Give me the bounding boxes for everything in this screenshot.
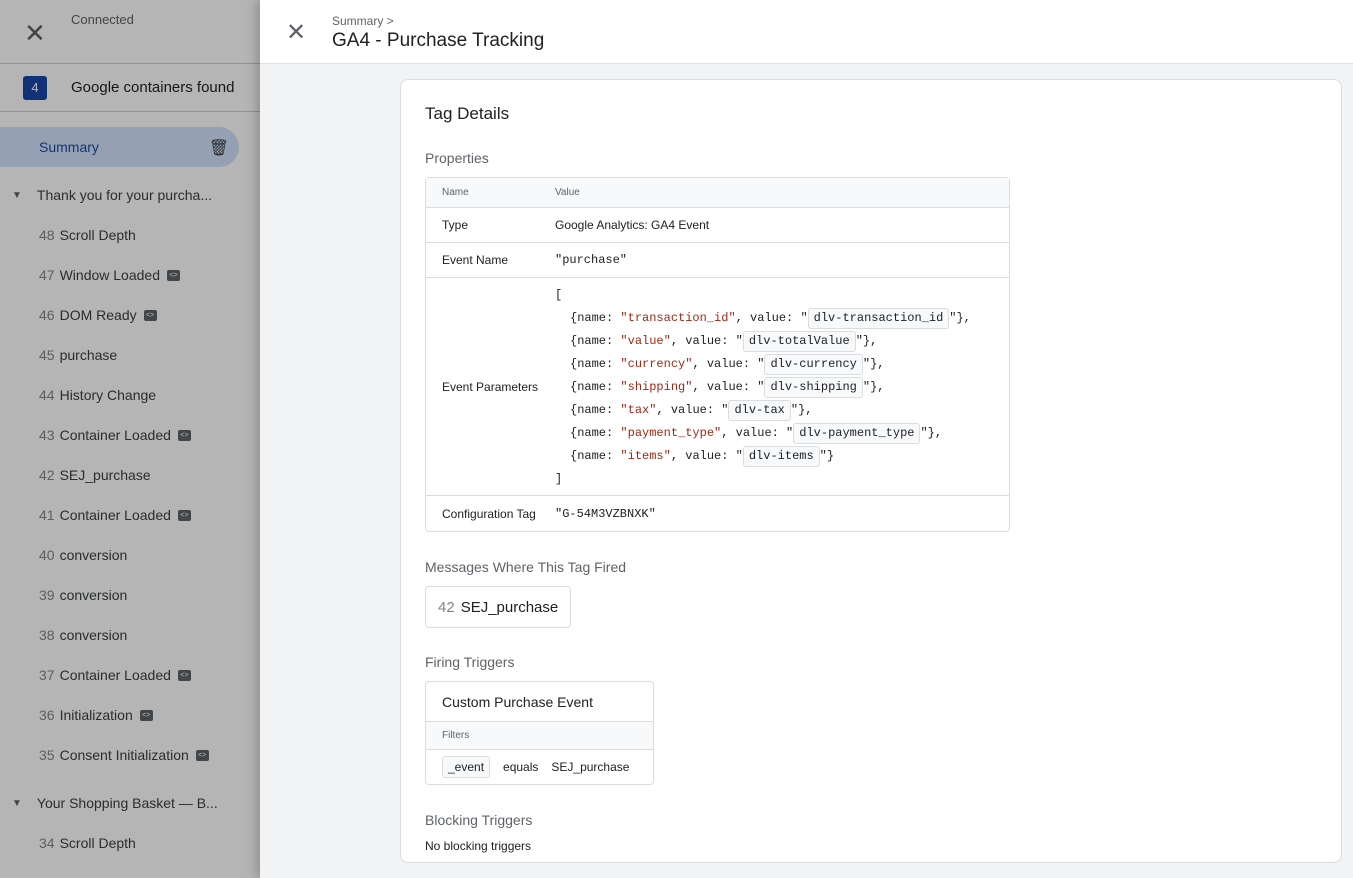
firing-triggers-heading: Firing Triggers (425, 654, 1317, 670)
parameter-line: {name: "items", value: "dlv-items"} (555, 445, 1009, 468)
no-blocking-triggers: No blocking triggers (425, 839, 1317, 853)
param-name: "transaction_id" (620, 311, 735, 325)
row-value: "G-54M3VZBNXK" (555, 496, 1009, 531)
page-title: GA4 - Purchase Tracking (332, 30, 544, 52)
message-number: 42 (438, 599, 455, 616)
param-variable[interactable]: dlv-currency (764, 354, 862, 375)
param-name: "items" (620, 449, 670, 463)
event-parameters: [{name: "transaction_id", value: "dlv-tr… (555, 278, 1009, 496)
param-variable[interactable]: dlv-totalValue (743, 331, 856, 352)
row-label: Event Parameters (426, 278, 555, 496)
table-row: Configuration Tag"G-54M3VZBNXK" (426, 496, 1009, 531)
properties-table: NameValue TypeGoogle Analytics: GA4 Even… (425, 177, 1010, 532)
table-row: Event Name"purchase" (426, 243, 1009, 278)
table-row: TypeGoogle Analytics: GA4 Event (426, 208, 1009, 243)
card-title: Tag Details (425, 104, 1317, 124)
message-label: SEJ_purchase (461, 599, 559, 616)
parameter-line: {name: "shipping", value: "dlv-shipping"… (555, 376, 1009, 399)
param-name: "shipping" (620, 380, 692, 394)
param-name: "tax" (620, 403, 656, 417)
trigger-name[interactable]: Custom Purchase Event (426, 682, 653, 722)
parameter-line: {name: "currency", value: "dlv-currency"… (555, 353, 1009, 376)
table-row: Event Parameters[{name: "transaction_id"… (426, 278, 1009, 496)
filters-heading: Filters (426, 722, 653, 750)
messages-heading: Messages Where This Tag Fired (425, 559, 1317, 575)
row-label: Type (426, 208, 555, 243)
properties-heading: Properties (425, 150, 1317, 166)
message-button[interactable]: 42 SEJ_purchase (425, 586, 571, 628)
tag-details-drawer: ✕ Summary > GA4 - Purchase Tracking Tag … (260, 0, 1353, 878)
filter-operator: equals (503, 760, 538, 774)
param-variable[interactable]: dlv-payment_type (793, 423, 920, 444)
tag-details-card: Tag Details Properties NameValue TypeGoo… (400, 79, 1342, 863)
breadcrumb[interactable]: Summary > (332, 14, 394, 28)
col-name: Name (426, 178, 555, 208)
parameter-line: {name: "value", value: "dlv-totalValue"}… (555, 330, 1009, 353)
parameter-line: {name: "transaction_id", value: "dlv-tra… (555, 307, 1009, 330)
row-value: "purchase" (555, 243, 1009, 278)
row-label: Event Name (426, 243, 555, 278)
filter-variable: _event (442, 756, 490, 778)
blocking-triggers-heading: Blocking Triggers (425, 812, 1317, 828)
param-name: "value" (620, 334, 670, 348)
close-icon[interactable]: ✕ (286, 18, 306, 47)
row-label: Configuration Tag (426, 496, 555, 531)
param-variable[interactable]: dlv-tax (728, 400, 790, 421)
param-variable[interactable]: dlv-transaction_id (808, 308, 950, 329)
bracket-close: ] (555, 468, 1009, 491)
scrim[interactable] (0, 0, 260, 878)
row-value: Google Analytics: GA4 Event (555, 208, 1009, 243)
param-variable[interactable]: dlv-shipping (764, 377, 862, 398)
param-variable[interactable]: dlv-items (743, 446, 820, 467)
col-value: Value (555, 178, 1009, 208)
param-name: "payment_type" (620, 426, 721, 440)
trigger-card: Custom Purchase Event Filters _event equa… (425, 681, 654, 785)
filter-value: SEJ_purchase (551, 760, 629, 774)
filter-row: _event equals SEJ_purchase (426, 750, 653, 784)
parameter-line: {name: "tax", value: "dlv-tax"}, (555, 399, 1009, 422)
bracket-open: [ (555, 284, 1009, 307)
param-name: "currency" (620, 357, 692, 371)
parameter-line: {name: "payment_type", value: "dlv-payme… (555, 422, 1009, 445)
